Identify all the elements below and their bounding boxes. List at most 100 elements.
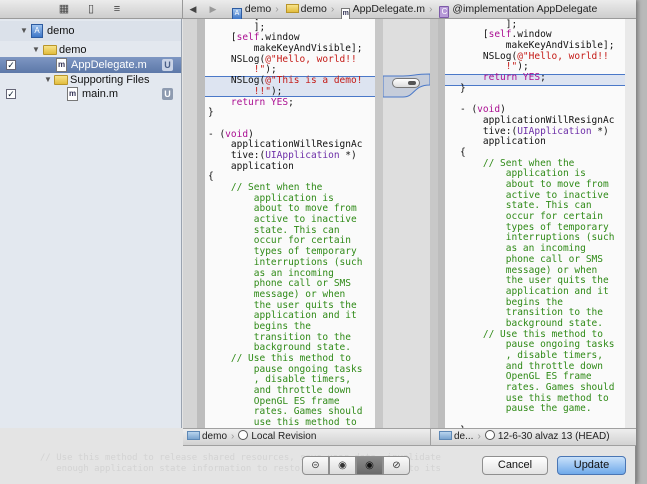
code-token: about to move from xyxy=(460,179,609,190)
code-token: active to inactive xyxy=(208,214,357,226)
class-icon: C xyxy=(439,6,450,18)
cancel-button[interactable]: Cancel xyxy=(482,456,548,475)
navigator-item-file[interactable]: ✓ m AppDelegate.m U xyxy=(0,57,181,73)
list-icon[interactable]: ≡ xyxy=(111,3,123,15)
navigator-item-folder[interactable]: ▼ demo xyxy=(0,42,181,58)
code-token: ); xyxy=(265,64,277,76)
code-line: application xyxy=(460,136,620,148)
code-token: application xyxy=(208,160,294,172)
code-token: ) xyxy=(500,104,506,116)
code-token: UIApplication xyxy=(265,149,340,161)
code-token: types of temporary xyxy=(460,221,609,233)
left-scrollbar[interactable] xyxy=(375,19,383,428)
folder-icon xyxy=(54,75,68,85)
forward-arrow-icon[interactable]: ▶ xyxy=(207,3,219,15)
code-token: state. This can xyxy=(208,224,340,236)
code-token: ]; xyxy=(208,21,266,33)
local-revision-editor[interactable]: [UIColor whiteColor ]; [self.window make… xyxy=(205,19,375,428)
code-token: occur for certain xyxy=(460,211,603,223)
back-arrow-icon[interactable]: ◀ xyxy=(187,3,199,15)
code-line: return YES; xyxy=(460,72,620,84)
code-token: !!" xyxy=(253,85,271,97)
code-text[interactable]: [UIColor whiteColor] ]; [self.window mak… xyxy=(460,19,620,428)
code-token: the user quits the xyxy=(208,299,357,311)
code-token: *) xyxy=(591,125,609,137)
version-editor-window: // Use this method to release shared res… xyxy=(0,0,636,484)
code-token: [ xyxy=(460,29,489,41)
disclosure-triangle-icon[interactable]: ▼ xyxy=(20,21,28,41)
code-token: rates. Games should xyxy=(460,382,615,394)
code-token: } xyxy=(460,82,466,94)
status-badge: U xyxy=(162,88,173,100)
file-icon[interactable]: ▯ xyxy=(85,3,97,15)
breadcrumb-item[interactable]: demo xyxy=(301,3,327,15)
code-token: and throttle down xyxy=(208,385,351,397)
code-token: return YES xyxy=(482,72,541,84)
navigator-item-file[interactable]: ✓ m main.m U xyxy=(0,86,181,102)
code-token: self xyxy=(488,29,512,41)
folder-icon xyxy=(187,431,200,440)
clock-icon xyxy=(484,430,495,440)
code-token: ) xyxy=(248,128,254,140)
mode-segment-both[interactable]: ⊘ xyxy=(383,456,410,475)
code-token: the user quits the xyxy=(460,275,609,287)
breadcrumb-item[interactable]: @implementation AppDelegate xyxy=(452,3,597,15)
code-token: pause ongoing tasks xyxy=(460,339,615,351)
code-token: phone call or SMS xyxy=(208,278,351,290)
breadcrumb-item[interactable]: AppDelegate.m xyxy=(353,3,425,15)
item-label: main.m xyxy=(82,88,119,100)
update-button[interactable]: Update xyxy=(557,456,626,475)
code-token: UIColor xyxy=(259,19,299,22)
folder-icon xyxy=(43,45,57,55)
revision-label[interactable]: Local Revision xyxy=(251,431,316,442)
folder-navigator-icon[interactable]: ▦ xyxy=(58,3,70,15)
head-revision-editor[interactable]: [UIColor whiteColor] ]; [self.window mak… xyxy=(445,19,625,428)
code-token: void xyxy=(225,128,249,140)
navigator-item-project[interactable]: ▼ A demo xyxy=(0,21,181,41)
code-line: } xyxy=(460,82,620,95)
breadcrumb-item[interactable]: demo xyxy=(245,3,271,15)
code-token: ; xyxy=(288,96,294,108)
path-folder[interactable]: de... xyxy=(454,431,473,442)
checkbox[interactable]: ✓ xyxy=(6,60,16,70)
mode-segment-right[interactable]: ◉ xyxy=(356,456,383,475)
mode-segment-left[interactable]: ◉ xyxy=(329,456,356,475)
code-token: as an incoming xyxy=(208,267,334,279)
mode-segment-unified[interactable]: ⊝ xyxy=(302,456,329,475)
code-token: applicationWillResignAc xyxy=(208,139,363,151)
code-token: return YES xyxy=(230,96,289,108)
code-token: application is xyxy=(460,168,586,180)
code-token: interruptions (such xyxy=(208,256,363,268)
code-token: UIApplication xyxy=(517,125,592,137)
code-token: // Sent when the xyxy=(460,157,575,169)
code-token: applicationWillResignAc xyxy=(460,114,615,126)
code-text[interactable]: [UIColor whiteColor ]; [self.window make… xyxy=(208,19,362,428)
item-label: AppDelegate.m xyxy=(71,59,147,71)
disclosure-triangle-icon[interactable]: ▼ xyxy=(32,42,40,58)
code-token: , disable timers, xyxy=(460,350,603,361)
breadcrumb: A demo › demo › m AppDelegate.m › C @implem… xyxy=(232,3,597,20)
code-token: application is xyxy=(208,192,334,204)
revision-label[interactable]: 12-6-30 alvaz 13 (HEAD) xyxy=(498,431,610,442)
code-token: [ xyxy=(208,32,237,44)
right-scrollbar[interactable] xyxy=(625,19,636,428)
checkbox[interactable]: ✓ xyxy=(6,89,16,99)
code-token: rates. Games should xyxy=(208,406,363,418)
code-token: about to move from xyxy=(208,203,357,215)
path-folder[interactable]: demo xyxy=(202,431,227,442)
code-token: message) or when xyxy=(208,288,346,300)
right-margin xyxy=(438,19,445,428)
m-file-icon: m xyxy=(56,58,67,72)
left-line-gutter xyxy=(197,19,205,428)
status-badge: U xyxy=(162,59,173,71)
chevron-right-icon: › xyxy=(330,3,335,15)
code-token: active to inactive xyxy=(460,189,609,201)
discard-change-toggle[interactable] xyxy=(392,78,420,88)
toolbar: ▦ ▯ ≡ ◀ ▶ A demo › demo › m AppDelegate.m ›… xyxy=(0,0,636,20)
